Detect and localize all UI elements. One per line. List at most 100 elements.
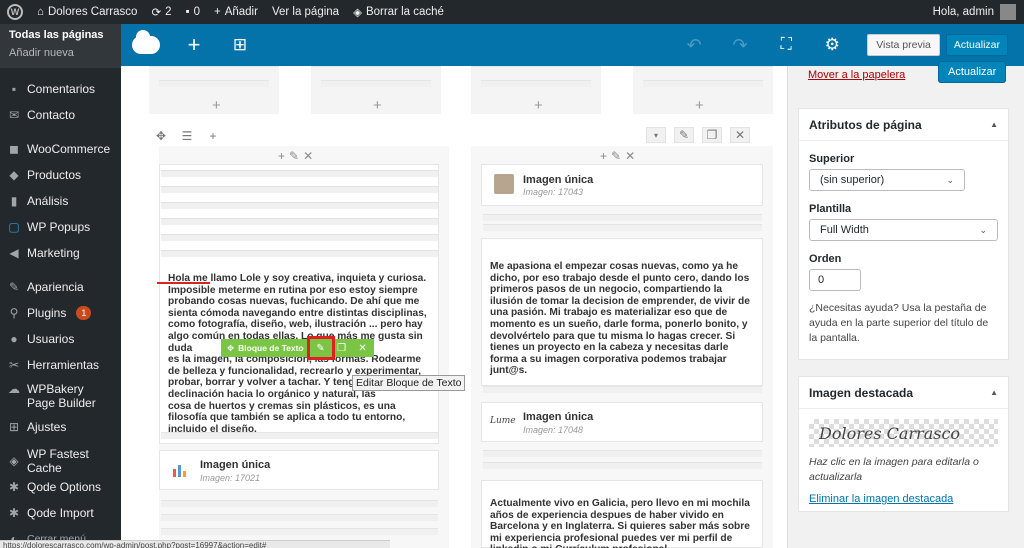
cache-icon: ◈ <box>9 454 19 468</box>
add-to-column-button[interactable]: + <box>534 98 543 113</box>
redo-icon: ↷ <box>732 34 748 55</box>
layout-icon: ⊞ <box>232 35 248 54</box>
clone-icon: ❐ <box>337 342 347 354</box>
column-right-controls: + ✎ ✕ <box>600 149 635 163</box>
sidebar-item-tools[interactable]: ✂ Herramientas <box>0 352 121 378</box>
column-left-controls: + ✎ ✕ <box>278 149 313 163</box>
gear-icon: ✱ <box>8 506 20 520</box>
sidebar-item-comments[interactable]: ▪ Comentarios <box>0 76 121 102</box>
trash-link[interactable]: Mover a la papelera <box>808 67 905 81</box>
sidebar-item-analytics[interactable]: ▮ Análisis <box>0 188 121 214</box>
template-select[interactable]: Full Width ⌄ <box>809 219 998 241</box>
clear-cache-link[interactable]: ◈ Borrar la caché <box>346 0 451 24</box>
clone-row-icon[interactable]: ❐ <box>702 127 722 143</box>
undo-button[interactable]: ↶ <box>671 24 717 66</box>
plugins-badge: 1 <box>76 306 92 320</box>
featured-image[interactable]: Dolores Carrasco <box>809 419 998 447</box>
fullscreen-icon: ⛶ <box>780 36 792 53</box>
plug-icon: ⚲ <box>9 306 19 320</box>
delete-row-icon[interactable]: ✕ <box>730 127 750 143</box>
annotation-underline <box>157 282 210 284</box>
plus-icon: + <box>187 32 201 57</box>
wordpress-icon: W <box>7 4 23 20</box>
row-controls-left: ✥ ☰ + <box>151 128 223 144</box>
sidebar-item-contact[interactable]: ✉ Contacto <box>0 102 121 128</box>
sidebar-item-products[interactable]: ◆ Productos <box>0 162 121 188</box>
add-to-column-button[interactable]: + <box>373 98 382 113</box>
submenu-add-new[interactable]: Añadir nueva <box>0 44 121 62</box>
plus-icon[interactable]: + <box>600 149 607 163</box>
settings-icon: ⊞ <box>8 420 20 434</box>
account-menu[interactable]: Hola, admin <box>933 4 1024 20</box>
publish-update-button[interactable]: Actualizar <box>938 61 1007 83</box>
fullscreen-button[interactable]: ⛶ <box>763 24 809 66</box>
avatar <box>1000 4 1016 20</box>
attributes-help: ¿Necesitas ayuda? Usa la pestaña de ayud… <box>809 302 989 344</box>
featured-image-header[interactable]: Imagen destacada ▲ <box>799 377 1008 409</box>
row-controls-right: ▾ ✎ ❐ ✕ <box>646 127 750 143</box>
page-attributes-box: Atributos de página ▲ Superior (sin super… <box>798 108 1009 360</box>
cloud-icon <box>132 30 160 54</box>
page-attributes-header[interactable]: Atributos de página ▲ <box>799 109 1008 141</box>
sidebar-item-qode-options[interactable]: ✱ Qode Options <box>0 474 121 500</box>
updates-link[interactable]: ⟳ 2 <box>144 0 178 24</box>
image-thumbnail <box>171 459 191 479</box>
preview-button[interactable]: Vista previa <box>867 34 940 56</box>
sidebar-item-wp-popups[interactable]: ▢ WP Popups <box>0 214 121 240</box>
comments-link[interactable]: ▪ 0 <box>178 0 206 24</box>
signature-thumbnail: Lume <box>490 416 516 426</box>
sidebar-item-qode-import[interactable]: ✱ Qode Import <box>0 500 121 526</box>
sidebar-item-wpbakery[interactable]: ☁ WPBakery Page Builder <box>0 378 121 414</box>
close-icon[interactable]: ✕ <box>625 149 635 163</box>
submenu-all-pages[interactable]: Todas las páginas <box>0 26 121 44</box>
image-thumbnail <box>494 174 514 194</box>
templates-button[interactable]: ⊞ <box>217 24 263 66</box>
edit-row-icon[interactable]: ✎ <box>674 127 694 143</box>
update-button[interactable]: Actualizar <box>945 34 1008 56</box>
sidebar-item-appearance[interactable]: ✎ Apariencia <box>0 274 121 300</box>
sidebar-item-plugins[interactable]: ⚲ Plugins 1 <box>0 300 121 326</box>
add-element-button[interactable]: + <box>171 24 217 66</box>
edit-element-button[interactable]: ✎ <box>306 336 335 360</box>
chevron-up-icon: ▲ <box>990 120 998 129</box>
wp-logo-menu[interactable]: W <box>0 0 30 24</box>
sidebar-item-fastest-cache[interactable]: ◈ WP Fastest Cache <box>0 447 121 475</box>
move-row-icon[interactable]: ✥ <box>151 128 171 144</box>
sidebar-item-marketing[interactable]: ◀ Marketing <box>0 240 121 266</box>
delete-element-button[interactable]: ✕ <box>351 339 374 357</box>
status-bar-url: https://dolorescarrasco.com/wp-admin/pos… <box>0 540 390 548</box>
plus-icon[interactable]: + <box>278 149 285 163</box>
undo-icon: ↶ <box>686 34 702 55</box>
admin-sidebar: Todas las páginas Añadir nueva ▪ Comentar… <box>0 24 121 548</box>
close-icon[interactable]: ✕ <box>303 149 313 163</box>
new-content-link[interactable]: + Añadir <box>207 0 265 24</box>
row-layout-icon[interactable]: ☰ <box>177 128 197 144</box>
add-to-column-button[interactable]: + <box>695 98 704 113</box>
pencil-icon[interactable]: ✎ <box>289 149 299 163</box>
close-icon: ✕ <box>358 342 367 354</box>
chevron-down-icon[interactable]: ▾ <box>646 127 666 143</box>
sidebar-item-woocommerce[interactable]: ◼ WooCommerce <box>0 136 121 162</box>
wpbakery-logo-button[interactable] <box>121 24 171 66</box>
view-page-link[interactable]: Ver la página <box>265 0 346 24</box>
element-name-badge[interactable]: ✥ Bloque de Texto <box>221 339 310 357</box>
wrench-icon: ✂ <box>8 358 20 372</box>
page-settings-button[interactable]: ⚙ <box>809 24 855 66</box>
move-icon: ✥ <box>227 342 235 353</box>
element-hover-toolbar: ✥ Bloque de Texto ✎ ❐ ✕ <box>221 336 374 360</box>
sidebar-item-users[interactable]: ● Usuarios <box>0 326 121 352</box>
comment-icon: ▪ <box>11 82 17 96</box>
cloud-icon: ☁ <box>8 382 20 396</box>
clone-element-button[interactable]: ❐ <box>331 339 352 357</box>
parent-select[interactable]: (sin superior) ⌄ <box>809 169 965 191</box>
add-to-column-button[interactable]: + <box>212 98 221 113</box>
brush-icon: ✎ <box>8 280 20 294</box>
remove-featured-image-link[interactable]: Eliminar la imagen destacada <box>809 493 998 505</box>
sidebar-item-settings[interactable]: ⊞ Ajustes <box>0 414 121 440</box>
site-name-link[interactable]: ⌂ Dolores Carrasco <box>30 0 144 24</box>
order-input[interactable]: 0 <box>809 269 861 291</box>
redo-button[interactable]: ↷ <box>717 24 763 66</box>
add-column-icon[interactable]: + <box>203 128 223 144</box>
gear-icon: ✱ <box>8 480 20 494</box>
pencil-icon[interactable]: ✎ <box>611 149 621 163</box>
